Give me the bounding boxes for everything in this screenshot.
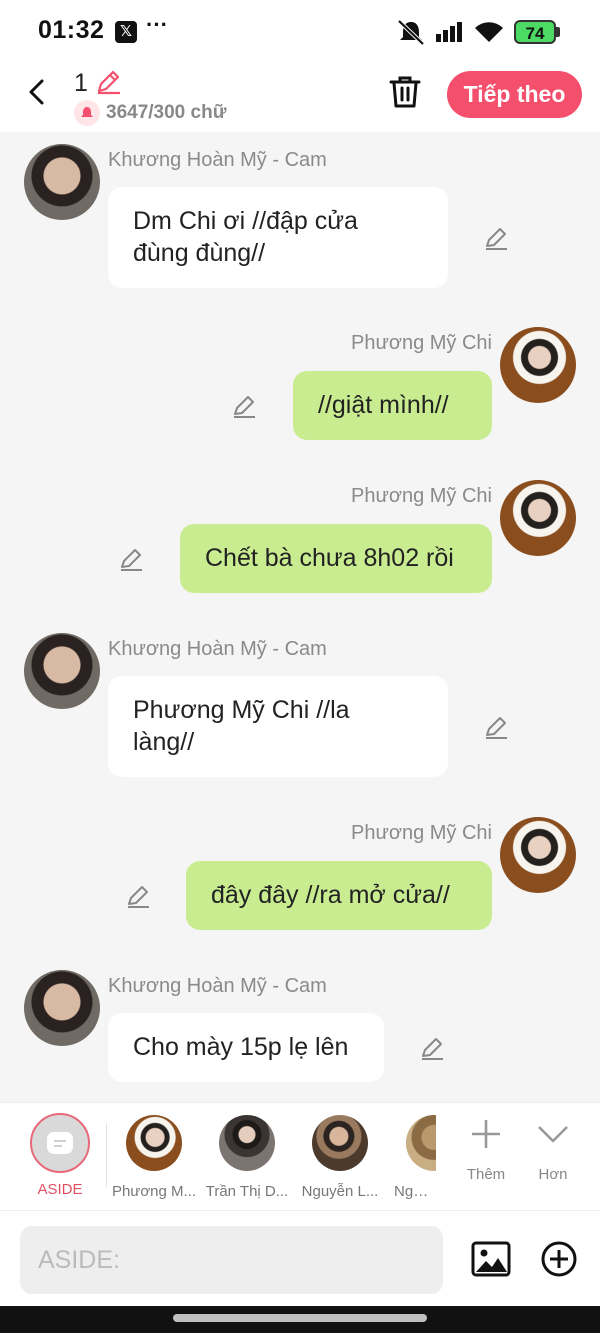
avatar [312, 1115, 368, 1171]
sender-name: Khương Hoàn Mỹ - Cam [108, 149, 327, 171]
status-time: 01:32 [38, 16, 105, 44]
character-item[interactable]: Trần Thị D... [204, 1115, 290, 1200]
aside-icon [30, 1113, 90, 1173]
add-label: Thêm [466, 1166, 506, 1183]
edit-title-icon[interactable] [94, 68, 122, 96]
image-icon[interactable] [471, 1239, 511, 1279]
avatar[interactable] [24, 144, 100, 220]
char-count-row: 3647/300 chữ [74, 100, 226, 126]
character-name: Trần Thị D... [205, 1183, 289, 1200]
edit-message-icon[interactable] [483, 225, 509, 251]
avatar[interactable] [24, 970, 100, 1046]
message-bubble[interactable]: //giật mình// [293, 371, 492, 440]
message-bubble[interactable]: Dm Chi ơi //đập cửa đùng đùng// [108, 187, 448, 288]
char-count: 3647/300 chữ [106, 102, 227, 123]
sender-name: Khương Hoàn Mỹ - Cam [108, 975, 327, 997]
character-name: Phương M... [111, 1183, 197, 1200]
avatar [126, 1115, 182, 1171]
sender-name: Phương Mỹ Chi [351, 822, 492, 844]
bell-icon [74, 100, 100, 126]
avatar[interactable] [500, 817, 576, 893]
message-text: làng// [133, 728, 195, 756]
status-icons: 74 [396, 18, 560, 46]
avatar[interactable] [24, 633, 100, 709]
character-name: Nguyễ [394, 1183, 436, 1200]
avatar[interactable] [500, 327, 576, 403]
home-indicator[interactable] [173, 1314, 427, 1322]
sender-name: Phương Mỹ Chi [351, 485, 492, 507]
wifi-icon [475, 22, 503, 42]
message-text: //giật mình// [318, 391, 449, 419]
more-label: Hơn [538, 1166, 568, 1183]
system-nav-bar [0, 1306, 600, 1333]
silent-mode-icon [397, 19, 425, 45]
next-button[interactable]: Tiếp theo [447, 71, 582, 118]
avatar [406, 1115, 436, 1171]
more-notifications-icon: ··· [146, 12, 168, 37]
more-characters-button[interactable]: Hơn [523, 1117, 583, 1183]
edit-message-icon[interactable] [125, 883, 151, 909]
plus-icon [472, 1120, 500, 1148]
add-circle-icon[interactable] [540, 1240, 578, 1278]
sender-name: Phương Mỹ Chi [351, 332, 492, 354]
message-text: Cho mày 15p lẹ lên [133, 1033, 349, 1061]
message-bubble[interactable]: Phương Mỹ Chi //la làng// [108, 676, 448, 777]
avatar[interactable] [500, 480, 576, 556]
toolbar-divider [106, 1123, 107, 1187]
add-character-button[interactable]: Thêm [456, 1117, 516, 1183]
sender-name: Khương Hoàn Mỹ - Cam [108, 638, 327, 660]
composer: ASIDE: [0, 1210, 600, 1306]
edit-message-icon[interactable] [483, 714, 509, 740]
message-bubble[interactable]: Chết bà chưa 8h02 rồi [180, 524, 492, 593]
message-bubble[interactable]: Cho mày 15p lẹ lên [108, 1013, 384, 1082]
aside-button[interactable]: ASIDE [30, 1113, 90, 1198]
signal-icon [436, 22, 462, 42]
message-text: Phương Mỹ Chi //la [133, 696, 350, 724]
page-title: 1 [74, 69, 88, 97]
edit-message-icon[interactable] [118, 546, 144, 572]
character-toolbar: ASIDE Phương M... Trần Thị D... Nguyễn L… [0, 1102, 600, 1210]
message-text: đây đây //ra mở cửa// [211, 881, 450, 909]
edit-message-icon[interactable] [231, 393, 257, 419]
message-input[interactable]: ASIDE: [20, 1226, 443, 1294]
battery-level: 74 [514, 20, 556, 44]
edit-message-icon[interactable] [419, 1035, 445, 1061]
x-app-icon: 𝕏 [115, 21, 137, 43]
character-item[interactable]: Phương M... [111, 1115, 197, 1200]
character-item[interactable]: Nguyễn L... [297, 1115, 383, 1200]
character-name: Nguyễn L... [301, 1183, 379, 1200]
chevron-down-icon [538, 1126, 568, 1143]
character-item[interactable]: Nguyễ [390, 1115, 436, 1200]
avatar [219, 1115, 275, 1171]
aside-label: ASIDE [37, 1181, 83, 1198]
message-text: Dm Chi ơi //đập cửa [133, 207, 358, 235]
trash-icon[interactable] [388, 74, 422, 110]
message-text: đùng đùng// [133, 239, 266, 267]
message-bubble[interactable]: đây đây //ra mở cửa// [186, 861, 492, 930]
header: 1 3647/300 chữ Tiếp theo [0, 62, 600, 132]
status-bar: 01:32 𝕏 ··· 74 [0, 0, 600, 62]
message-list[interactable]: Khương Hoàn Mỹ - Cam Dm Chi ơi //đập cửa… [0, 132, 600, 1102]
back-arrow-icon[interactable] [22, 76, 54, 108]
message-text: Chết bà chưa 8h02 rồi [205, 544, 454, 572]
battery-icon: 74 [514, 20, 560, 44]
